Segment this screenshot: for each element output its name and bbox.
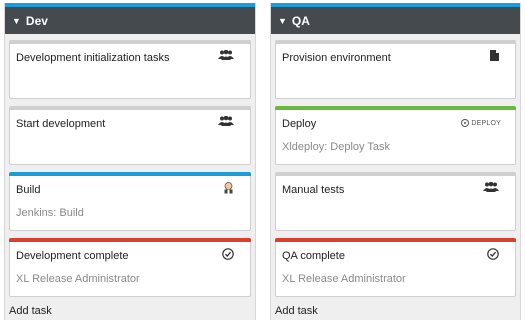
phase-title: Dev <box>25 13 48 28</box>
task-title: Manual tests <box>282 184 345 196</box>
phase-header-dev[interactable]: ▼ Dev <box>5 3 255 34</box>
task-title: Build <box>16 184 41 196</box>
deploy-logo-mark <box>461 119 470 127</box>
task-subtitle: XL Release Administrator <box>282 273 406 285</box>
task-title: Development initialization tasks <box>16 52 170 64</box>
task-card[interactable]: Deploy Xldeploy: Deploy Task DEPLOY <box>275 106 516 165</box>
jenkins-icon <box>223 182 234 194</box>
task-card[interactable]: Manual tests <box>275 172 516 231</box>
deploy-logo-text: DEPLOY <box>471 119 501 127</box>
task-status-stripe <box>275 172 516 176</box>
task-title: Development complete <box>16 250 129 262</box>
task-status-stripe <box>275 106 516 110</box>
users-icon <box>218 50 234 60</box>
caret-down-icon[interactable]: ▼ <box>12 16 21 26</box>
task-card[interactable]: Start development <box>9 106 251 165</box>
task-card[interactable]: Build Jenkins: Build <box>9 172 251 231</box>
deploy-logo: DEPLOY <box>461 119 501 127</box>
users-icon <box>483 182 499 192</box>
task-status-stripe <box>9 238 251 242</box>
task-title: Deploy <box>282 118 317 130</box>
add-task-link[interactable]: Add task <box>9 305 52 317</box>
task-status-stripe <box>9 40 251 44</box>
task-card[interactable]: Development initialization tasks <box>9 40 251 99</box>
task-subtitle: XL Release Administrator <box>16 273 140 285</box>
phase-column-dev: ▼ Dev Development initialization tasks S… <box>4 3 256 320</box>
document-icon <box>490 50 499 61</box>
users-icon <box>218 116 234 126</box>
task-subtitle: Jenkins: Build <box>16 207 84 219</box>
task-card[interactable]: Provision environment <box>275 40 516 99</box>
caret-down-icon[interactable]: ▼ <box>278 16 287 26</box>
task-status-stripe <box>275 40 516 44</box>
task-status-stripe <box>9 106 251 110</box>
task-subtitle: Xldeploy: Deploy Task <box>282 141 391 153</box>
phase-header-qa[interactable]: ▼ QA <box>271 3 520 34</box>
check-circle-icon <box>487 248 499 260</box>
check-circle-icon <box>222 248 234 260</box>
add-task-link[interactable]: Add task <box>275 305 318 317</box>
phase-title: QA <box>291 13 310 28</box>
phase-column-qa: ▼ QA Provision environment Deploy Xldepl… <box>270 3 521 320</box>
task-card[interactable]: QA complete XL Release Administrator <box>275 238 516 297</box>
task-status-stripe <box>275 238 516 242</box>
task-title: Start development <box>16 118 106 130</box>
task-title: Provision environment <box>282 52 391 64</box>
task-card[interactable]: Development complete XL Release Administ… <box>9 238 251 297</box>
task-status-stripe <box>9 172 251 176</box>
task-title: QA complete <box>282 250 345 262</box>
